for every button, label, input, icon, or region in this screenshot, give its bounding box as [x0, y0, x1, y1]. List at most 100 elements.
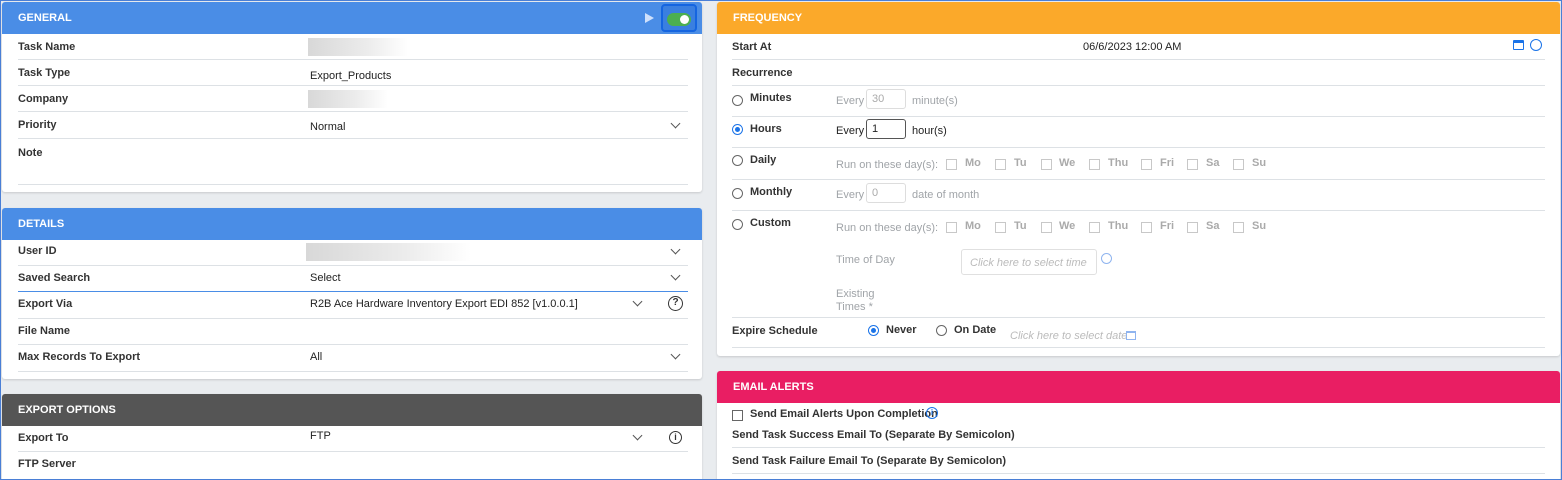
minutes-every: Every [836, 95, 865, 107]
active-toggle[interactable] [661, 4, 697, 32]
custom-we-checkbox[interactable] [1041, 222, 1052, 233]
custom-mo-checkbox[interactable] [946, 222, 957, 233]
hours-label: Hours [750, 123, 782, 135]
start-at-value[interactable]: 06/6/2023 12:00 AM [1083, 41, 1181, 53]
calendar-icon[interactable] [1513, 40, 1524, 50]
frequency-title: FREQUENCY [733, 12, 803, 24]
daily-fri-label: Fri [1160, 157, 1175, 169]
failure-email-row[interactable]: Send Task Failure Email To (Separate By … [732, 448, 1545, 474]
daily-su-label: Su [1252, 157, 1267, 169]
clock-icon[interactable] [1530, 39, 1542, 51]
task-type-row: Task Type Export_Products [18, 60, 688, 86]
hours-radio[interactable] [732, 124, 743, 135]
daily-sa-label: Sa [1206, 157, 1220, 169]
time-placeholder: Click here to select time [970, 257, 1087, 269]
daily-radio[interactable] [732, 155, 743, 166]
company-row: Company [18, 86, 688, 112]
on-date-radio[interactable] [936, 325, 947, 336]
hours-row: Hours Every 1 hour(s) [732, 117, 1545, 148]
minutes-input[interactable]: 30 [866, 89, 906, 109]
start-at-row[interactable]: Start At 06/6/2023 12:00 AM [732, 34, 1545, 60]
daily-we-checkbox[interactable] [1041, 159, 1052, 170]
daily-su-checkbox[interactable] [1233, 159, 1244, 170]
email-alerts-title: EMAIL ALERTS [733, 381, 814, 393]
export-to-select[interactable]: FTP [310, 430, 331, 442]
date-placeholder[interactable]: Click here to select date [1010, 330, 1127, 342]
ftp-server-row[interactable]: FTP Server [18, 452, 688, 478]
monthly-input[interactable]: 0 [866, 183, 906, 203]
failure-email-label: Send Task Failure Email To (Separate By … [732, 455, 1007, 467]
on-date-label: On Date [954, 324, 997, 336]
ftp-server-label: FTP Server [18, 458, 76, 470]
user-id-row[interactable]: User ID [18, 240, 688, 266]
task-name-row: Task Name [18, 34, 688, 60]
custom-tu-label: Tu [1014, 220, 1027, 232]
success-email-row[interactable]: Send Task Success Email To (Separate By … [732, 422, 1545, 448]
monthly-every: Every [836, 189, 865, 201]
custom-sa-checkbox[interactable] [1187, 222, 1198, 233]
daily-run-label: Run on these day(s): [836, 159, 939, 171]
saved-search-select[interactable]: Select [310, 272, 341, 284]
export-to-label: Export To [18, 432, 69, 444]
custom-radio[interactable] [732, 219, 743, 230]
minutes-label: Minutes [750, 92, 792, 104]
custom-label: Custom [750, 217, 791, 229]
custom-thu-label: Thu [1108, 220, 1129, 232]
monthly-radio[interactable] [732, 188, 743, 199]
minutes-radio[interactable] [732, 95, 743, 106]
priority-select[interactable]: Normal [310, 121, 345, 133]
email-alerts-panel: EMAIL ALERTS Send Email Alerts Upon Comp… [717, 371, 1560, 480]
task-name-value-redacted[interactable] [308, 38, 408, 56]
custom-fri-checkbox[interactable] [1141, 222, 1152, 233]
custom-tu-checkbox[interactable] [995, 222, 1006, 233]
general-panel: GENERAL Task Name Task Type Export_Produ… [2, 2, 702, 192]
hours-every: Every [836, 125, 865, 137]
never-radio[interactable] [868, 325, 879, 336]
play-icon[interactable] [645, 13, 654, 23]
user-id-label: User ID [18, 245, 57, 257]
custom-run-label: Run on these day(s): [836, 222, 939, 234]
daily-tu-checkbox[interactable] [995, 159, 1006, 170]
calendar-icon[interactable] [1126, 331, 1136, 340]
hours-input[interactable]: 1 [866, 119, 906, 139]
chevron-down-icon[interactable] [670, 270, 681, 281]
custom-sa-label: Sa [1206, 220, 1220, 232]
custom-su-checkbox[interactable] [1233, 222, 1244, 233]
export-via-row[interactable]: Export Via R2B Ace Hardware Inventory Ex… [18, 292, 688, 319]
chevron-down-icon[interactable] [632, 430, 643, 441]
help-icon[interactable]: ? [668, 296, 683, 311]
info-icon[interactable]: i [669, 431, 682, 444]
note-label: Note [18, 147, 43, 159]
max-records-select[interactable]: All [310, 351, 322, 363]
clock-icon[interactable] [1101, 253, 1112, 264]
monthly-row: Monthly Every 0 date of month [732, 180, 1545, 211]
daily-mo-checkbox[interactable] [946, 159, 957, 170]
chevron-down-icon[interactable] [632, 296, 643, 307]
priority-row[interactable]: Priority Normal [18, 112, 688, 139]
note-row[interactable]: Note [18, 139, 688, 185]
chevron-down-icon[interactable] [670, 118, 681, 129]
daily-thu-checkbox[interactable] [1089, 159, 1100, 170]
saved-search-row[interactable]: Saved Search Select [18, 266, 688, 292]
chevron-down-icon[interactable] [670, 244, 681, 255]
max-records-row[interactable]: Max Records To Export All [18, 345, 688, 372]
daily-sa-checkbox[interactable] [1187, 159, 1198, 170]
export-to-row[interactable]: Export To FTP i [18, 426, 688, 452]
chevron-down-icon[interactable] [670, 349, 681, 360]
expire-row: Expire Schedule Never On Date Click here… [732, 318, 1545, 348]
send-alerts-checkbox[interactable] [732, 410, 743, 421]
company-value-redacted[interactable] [308, 90, 388, 108]
monthly-label: Monthly [750, 186, 793, 198]
custom-fri-label: Fri [1160, 220, 1175, 232]
minutes-unit: minute(s) [912, 95, 958, 107]
file-name-row[interactable]: File Name [18, 319, 688, 345]
expire-label: Expire Schedule [732, 325, 818, 337]
export-via-select[interactable]: R2B Ace Hardware Inventory Export EDI 85… [310, 298, 578, 310]
user-id-value-redacted[interactable] [306, 243, 471, 261]
custom-thu-checkbox[interactable] [1089, 222, 1100, 233]
priority-label: Priority [18, 119, 57, 131]
monthly-unit: date of month [912, 189, 980, 201]
time-of-day-input[interactable]: Click here to select time [961, 249, 1097, 275]
daily-fri-checkbox[interactable] [1141, 159, 1152, 170]
info-icon[interactable]: i [926, 407, 938, 419]
